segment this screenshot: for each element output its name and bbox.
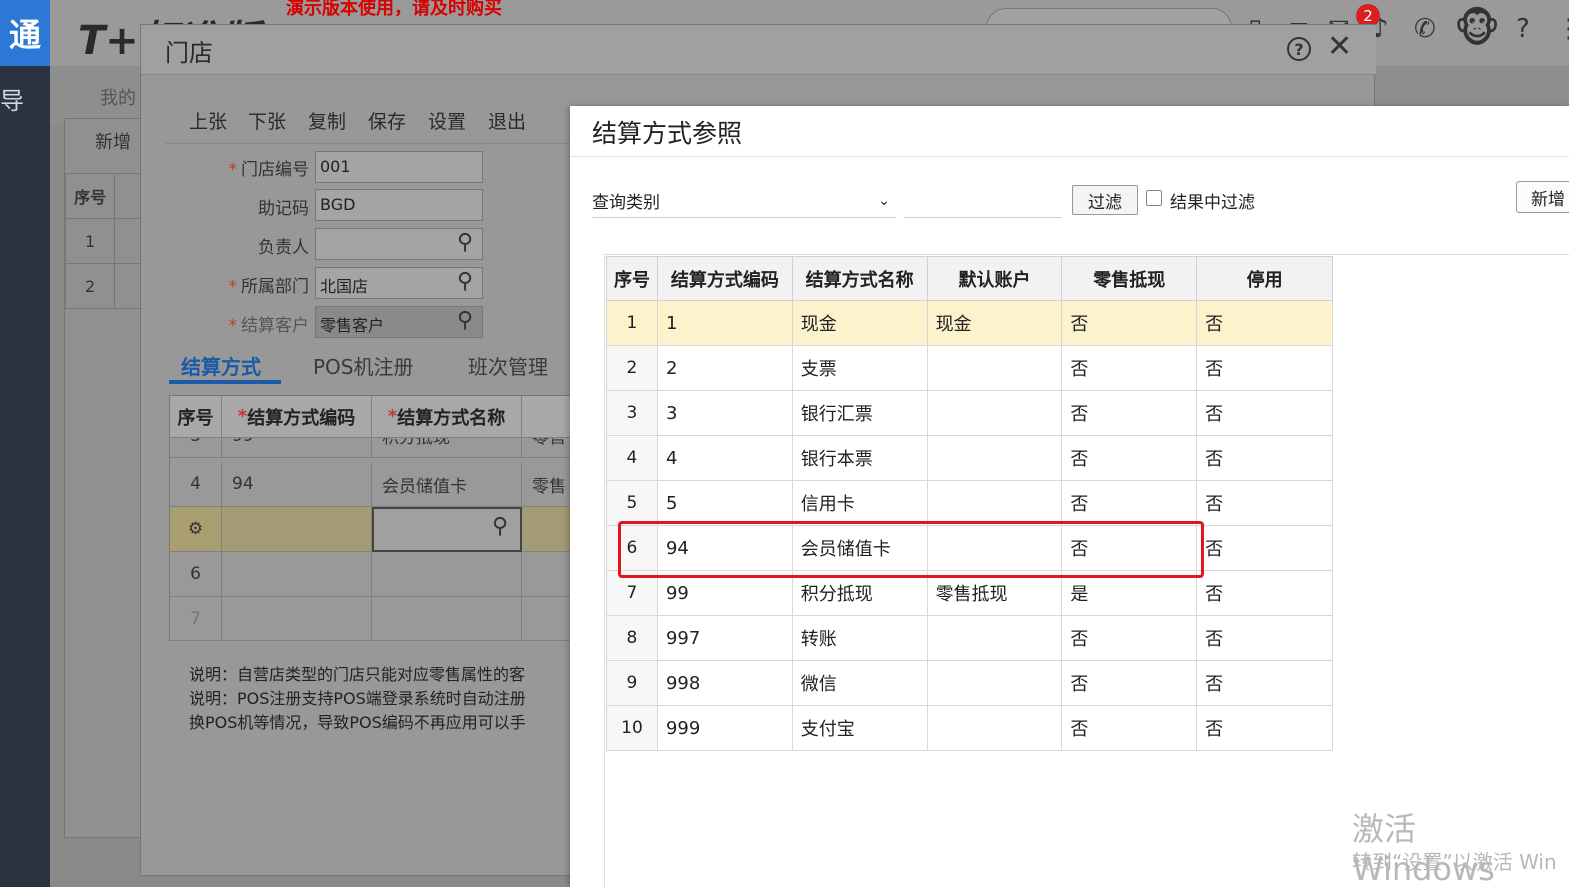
row-index: 6 <box>170 552 222 597</box>
query-category-select[interactable]: 查询类别 ⌄ <box>592 184 896 218</box>
tab-pos-register[interactable]: POS机注册 <box>313 351 414 380</box>
toolbar-prev-button[interactable]: 上张 <box>189 107 227 134</box>
col-index-header: 序号 <box>170 396 222 438</box>
note-line: 换POS机等情况，导致POS编码不再应用可以手 <box>189 713 526 732</box>
col-retail-header: 零售抵现 <box>1061 256 1198 301</box>
table-row[interactable]: 8 997 转账否否 <box>606 615 1333 661</box>
tab-mine[interactable]: 我的 <box>100 84 136 110</box>
memo-code-field[interactable]: BGD <box>315 189 483 221</box>
table-row[interactable]: 3 99 积分抵现 零售 <box>170 438 590 462</box>
col-code-header: * 结算方式编码 <box>222 396 372 438</box>
tab-settlement[interactable]: 结算方式 <box>181 351 261 380</box>
col-index-header: 序号 <box>606 256 658 301</box>
row-code[interactable] <box>222 597 372 641</box>
left-sidebar: 通 导 <box>0 0 50 887</box>
table-row[interactable]: 5 5 信用卡否否 <box>606 480 1333 526</box>
toolbar-copy-button[interactable]: 复制 <box>308 107 346 134</box>
memo-code-label: 助记码 <box>258 199 309 219</box>
toolbar-settings-button[interactable]: 设置 <box>428 107 466 134</box>
col-account-header: 默认账户 <box>926 256 1063 301</box>
store-dialog-title: 门店 <box>165 39 213 67</box>
table-row[interactable]: 9 998 微信否否 <box>606 660 1333 706</box>
bg-col-index: 序号 <box>64 173 116 219</box>
row-settings-icon[interactable]: ⚙ <box>170 507 222 552</box>
divider <box>570 156 1569 157</box>
department-label: * 所属部门 <box>228 277 310 297</box>
table-row[interactable]: 1 1 现金 现金否否 <box>606 300 1333 346</box>
help-icon[interactable]: ? <box>1516 14 1530 44</box>
brand-logo: 通 <box>0 0 50 66</box>
search-icon[interactable]: ⚲ <box>457 269 473 294</box>
table-row[interactable]: 2 2 支票否否 <box>606 345 1333 391</box>
row-name[interactable] <box>372 597 522 641</box>
row-index: 7 <box>170 597 222 641</box>
row-index: 4 <box>170 462 222 507</box>
active-tab-indicator <box>169 380 281 384</box>
filter-in-result-label: 结果中过滤 <box>1170 193 1255 213</box>
col-code-header: 结算方式编码 <box>656 256 793 301</box>
table-row[interactable]: 4 4 银行本票否否 <box>606 435 1333 481</box>
filter-in-result-checkbox[interactable] <box>1146 190 1162 206</box>
trial-warning: 演示版本使用，请及时购买 <box>286 0 502 19</box>
search-icon[interactable]: ⚲ <box>457 230 473 255</box>
store-code-field[interactable]: 001 <box>315 151 483 183</box>
help-icon[interactable]: ? <box>1287 37 1311 61</box>
settlement-reference-dialog: 结算方式参照 查询类别 ⌄ 过滤 结果中过滤 新增 序号 结算方式编码 结算方式… <box>570 106 1569 887</box>
chevron-down-icon: ⌄ <box>878 192 890 209</box>
note-line: 说明：POS注册支持POS端登录系统时自动注册 <box>189 689 526 708</box>
row-code[interactable] <box>222 552 372 597</box>
phone-icon[interactable]: ✆ <box>1414 14 1436 44</box>
activation-watermark-hint: 转到“设置”以激活 Win <box>1352 850 1557 874</box>
table-row[interactable]: 3 3 银行汇票否否 <box>606 390 1333 436</box>
owner-label: 负责人 <box>258 238 309 258</box>
query-input[interactable] <box>904 184 1062 218</box>
new-button[interactable]: 新增 <box>1516 181 1569 213</box>
col-name-header: * 结算方式名称 <box>372 396 522 438</box>
row-name[interactable]: 会员储值卡 <box>372 462 522 507</box>
toolbar-save-button[interactable]: 保存 <box>368 107 406 134</box>
table-row[interactable]: 10 999 支付宝否否 <box>606 705 1333 751</box>
settlement-grid: 序号 *结算方式编码 *结算方式名称 3 99 积分抵现 零售 4 94 会员储… <box>169 395 590 641</box>
reference-dialog-title: 结算方式参照 <box>592 119 743 148</box>
col-name-header: 结算方式名称 <box>791 256 928 301</box>
filter-button[interactable]: 过滤 <box>1072 185 1138 215</box>
divider <box>165 143 585 144</box>
tab-shift[interactable]: 班次管理 <box>468 351 548 380</box>
note-line: 说明：自营店类型的门店只能对应零售属性的客 <box>189 665 526 684</box>
row-name[interactable] <box>372 552 522 597</box>
sidebar-nav-item[interactable]: 导 <box>0 78 50 118</box>
close-icon[interactable]: ✕ <box>1327 29 1352 64</box>
store-dialog-header <box>141 25 1376 75</box>
store-code-label: * 门店编号 <box>228 160 310 180</box>
avatar[interactable]: 🐵 <box>1454 6 1500 52</box>
highlight-box <box>618 521 1204 578</box>
col-disabled-header: 停用 <box>1196 256 1333 301</box>
search-icon[interactable]: ⚲ <box>492 514 508 539</box>
row-code[interactable]: 94 <box>222 462 372 507</box>
toolbar-exit-button[interactable]: 退出 <box>488 107 526 134</box>
toolbar-next-button[interactable]: 下张 <box>248 107 286 134</box>
search-icon[interactable]: ⚲ <box>457 308 473 333</box>
reference-table: 序号 结算方式编码 结算方式名称 默认账户 零售抵现 停用 1 1 现金 现金否否 2… <box>606 256 1333 751</box>
more-icon[interactable]: ⋮ <box>1556 14 1569 44</box>
settle-customer-label: * 结算客户 <box>228 316 310 336</box>
row-code-editing[interactable] <box>222 507 372 552</box>
